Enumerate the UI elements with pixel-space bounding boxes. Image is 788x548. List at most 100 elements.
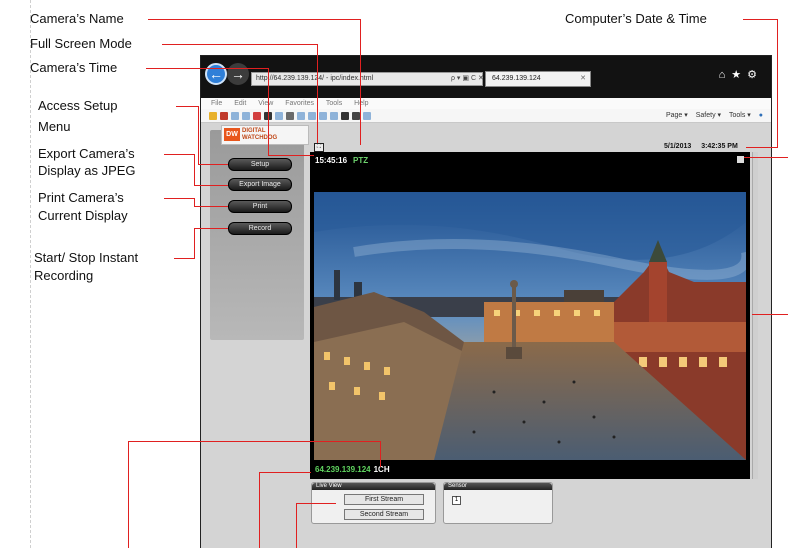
address-tools[interactable]: ρ ▾ ▣ C ✕ [451, 72, 484, 85]
export-image-button[interactable]: Export Image [228, 178, 292, 191]
logo-text: DIGITAL WATCHDOG [242, 128, 277, 142]
logo-text-line: WATCHDOG [242, 135, 278, 141]
annotation-line [174, 258, 194, 259]
sensor-panel: Sensor 1 [443, 482, 553, 524]
first-stream-button[interactable]: First Stream [344, 494, 424, 505]
annotation-line [380, 441, 381, 467]
annotation-line [194, 228, 195, 259]
browser-titlebar: ← → http://64.239.139.124/ - ipc/index.h… [201, 56, 771, 98]
annotation-line [146, 68, 268, 69]
menu-favorites[interactable]: Favorites [285, 100, 314, 107]
address-bar[interactable]: http://64.239.139.124/ - ipc/index.html [251, 72, 483, 86]
camera-feed-image [314, 192, 746, 460]
camera-ip: 64.239.139.124 [315, 465, 371, 474]
record-button[interactable]: Record [228, 222, 292, 235]
favorite-icon[interactable] [209, 112, 217, 120]
export-annotation: Export Camera’s [38, 146, 135, 161]
favorite-icon[interactable] [363, 112, 371, 120]
computer-date: 5/1/2013 [664, 143, 692, 150]
gear-icon[interactable]: ⚙ [747, 69, 763, 81]
fullscreen-icon[interactable]: ⛶ [314, 143, 324, 152]
cmd-safety[interactable]: Safety ▾ [696, 112, 721, 119]
forward-arrow-icon[interactable]: → [227, 63, 249, 85]
menu-file[interactable]: File [211, 100, 222, 107]
favorite-icon[interactable] [330, 112, 338, 120]
annotation-line [259, 472, 260, 548]
annotation-line [148, 19, 360, 20]
annotation-line [128, 441, 381, 442]
camera-name-annotation: Camera’s Name [30, 11, 124, 26]
page-margin-guide [30, 0, 31, 548]
cmd-page[interactable]: Page ▾ [666, 112, 688, 119]
annotation-line [743, 19, 777, 20]
annotation-line [162, 44, 317, 45]
computer-time: 3:42:35 PM [701, 143, 738, 150]
favorite-icon[interactable] [308, 112, 316, 120]
help-icon[interactable]: ● [759, 112, 763, 119]
close-tab-icon[interactable]: ✕ [580, 72, 586, 86]
camera-time-value: 15:45:16 [315, 156, 348, 165]
annotation-line [317, 44, 318, 143]
ptz-label[interactable]: PTZ [353, 156, 368, 165]
vertical-scrollbar[interactable] [752, 152, 758, 479]
camera-channel: 1CH [373, 465, 390, 474]
annotation-line [296, 503, 297, 548]
print-annotation-2: Current Display [38, 208, 128, 223]
print-button[interactable]: Print [228, 200, 292, 213]
annotation-line [259, 472, 311, 473]
second-stream-button[interactable]: Second Stream [344, 509, 424, 520]
camera-viewer[interactable]: 15:45:16 PTZ 64.239.139.124 1CH [310, 152, 750, 479]
annotation-line [194, 154, 195, 185]
menu-bar: File Edit View Favorites Tools Help [201, 98, 771, 109]
back-arrow-icon[interactable]: ← [205, 63, 227, 85]
annotation-line [194, 228, 228, 229]
favorite-icon[interactable] [341, 112, 349, 120]
annotation-line [194, 206, 228, 207]
access-setup-annotation-2: Menu [38, 119, 71, 134]
annotation-line [194, 185, 228, 186]
live-view-title: Live View [312, 483, 435, 490]
cmd-tools[interactable]: Tools ▾ [729, 112, 751, 119]
logo-text-line: DIGITAL [242, 128, 266, 134]
favorite-icon[interactable] [231, 112, 239, 120]
computer-time-annotation: Computer’s Date & Time [565, 11, 707, 26]
tab-title: 64.239.139.124 [492, 75, 541, 82]
favorite-icon[interactable] [242, 112, 250, 120]
logo-mark: DW [224, 128, 240, 141]
annotation-line [194, 198, 195, 206]
menu-edit[interactable]: Edit [234, 100, 246, 107]
favorite-icon[interactable] [352, 112, 360, 120]
annotation-line [360, 19, 361, 145]
star-icon[interactable]: ★ [731, 69, 747, 81]
brand-logo: DW DIGITAL WATCHDOG [221, 125, 309, 145]
menu-help[interactable]: Help [354, 100, 368, 107]
favorite-icon[interactable] [253, 112, 261, 120]
favorite-icon[interactable] [220, 112, 228, 120]
full-screen-annotation: Full Screen Mode [30, 36, 132, 51]
setup-button[interactable]: Setup [228, 158, 292, 171]
favorite-icon[interactable] [286, 112, 294, 120]
menu-view[interactable]: View [258, 100, 273, 107]
camera-time: 15:45:16 PTZ [315, 156, 368, 165]
annotation-line [198, 164, 228, 165]
annotation-line [268, 68, 269, 155]
export-annotation-2: Display as JPEG [38, 163, 136, 178]
sensor-1-button[interactable]: 1 [452, 496, 461, 505]
access-setup-annotation: Access Setup [38, 98, 118, 113]
menu-tools[interactable]: Tools [326, 100, 342, 107]
annotation-line [176, 106, 198, 107]
annotation-line [746, 147, 778, 148]
favorite-icon[interactable] [319, 112, 327, 120]
favorite-icon[interactable] [297, 112, 305, 120]
home-icon[interactable]: ⌂ [719, 69, 732, 81]
camera-scene [314, 192, 746, 460]
command-bar: Page ▾ Safety ▾ Tools ▾ ● [660, 111, 763, 119]
browser-toolbar-icons: ⌂★⚙ [719, 68, 763, 81]
print-annotation: Print Camera’s [38, 190, 124, 205]
annotation-line [296, 503, 336, 504]
annotation-line [198, 106, 199, 164]
annotation-line [128, 441, 129, 548]
annotation-line [164, 198, 194, 199]
browser-tab[interactable]: 64.239.139.124 ✕ [485, 71, 591, 87]
favorite-icon[interactable] [275, 112, 283, 120]
